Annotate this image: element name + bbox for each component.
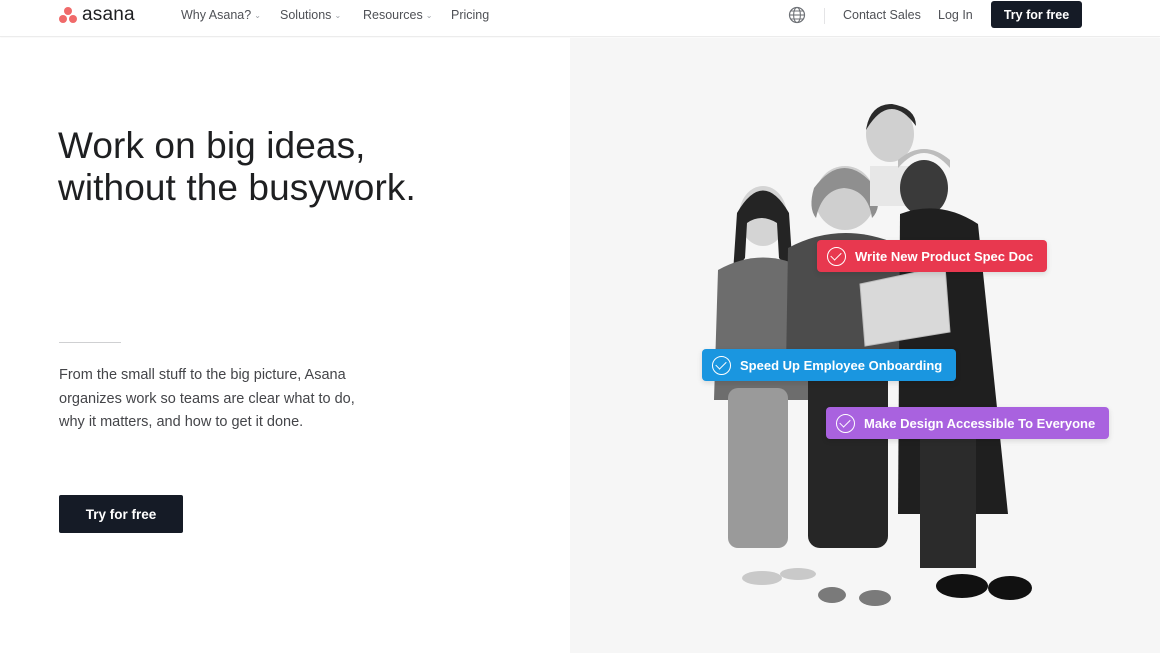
nav-item-pricing[interactable]: Pricing bbox=[451, 8, 489, 22]
nav-item-why-asana[interactable]: Why Asana? ⌄ bbox=[181, 8, 261, 22]
nav-item-label: Solutions bbox=[280, 8, 332, 22]
task-pill-label: Make Design Accessible To Everyone bbox=[864, 415, 1096, 431]
subtext-line: From the small stuff to the big picture,… bbox=[59, 367, 346, 383]
top-nav: asana Why Asana? ⌄ Solutions ⌄ Resources… bbox=[0, 0, 1160, 37]
globe-icon[interactable] bbox=[788, 6, 806, 24]
headline-line: without the busywork. bbox=[58, 167, 416, 208]
hero-subtext: From the small stuff to the big picture,… bbox=[59, 364, 399, 435]
nav-item-label: Why Asana? bbox=[181, 8, 252, 22]
hero-headline: Work on big ideas, without the busywork. bbox=[58, 125, 538, 209]
log-in-link[interactable]: Log In bbox=[938, 8, 973, 22]
nav-try-for-free-button[interactable]: Try for free bbox=[991, 1, 1082, 28]
task-pill-label: Write New Product Spec Doc bbox=[855, 248, 1034, 264]
task-pill-onboarding: Speed Up Employee Onboarding bbox=[702, 349, 957, 381]
task-pill-design: Make Design Accessible To Everyone bbox=[826, 407, 1110, 439]
check-circle-icon bbox=[836, 413, 855, 433]
subtext-line: why it matters, and how to get it done. bbox=[59, 414, 304, 430]
nav-divider bbox=[824, 8, 825, 24]
chevron-down-icon: ⌄ bbox=[425, 10, 433, 20]
task-pill-label: Speed Up Employee Onboarding bbox=[740, 357, 943, 373]
hero-image-panel: Write New Product Spec Doc Speed Up Empl… bbox=[570, 38, 1160, 653]
nav-item-label: Pricing bbox=[451, 8, 490, 22]
check-circle-icon bbox=[712, 355, 731, 375]
headline-line: Work on big ideas, bbox=[58, 125, 366, 166]
check-circle-icon bbox=[827, 246, 846, 266]
asana-logo-icon bbox=[59, 6, 79, 24]
logo-wordmark: asana bbox=[82, 4, 135, 25]
nav-item-solutions[interactable]: Solutions ⌄ bbox=[280, 8, 341, 22]
chevron-down-icon: ⌄ bbox=[254, 10, 261, 20]
asana-logo[interactable]: asana bbox=[59, 4, 135, 25]
contact-sales-link[interactable]: Contact Sales bbox=[843, 8, 921, 22]
task-pill-product-spec: Write New Product Spec Doc bbox=[817, 240, 1048, 272]
team-photo bbox=[714, 104, 1032, 606]
hero-try-for-free-button[interactable]: Try for free bbox=[59, 495, 183, 533]
subtext-line: organizes work so teams are clear what t… bbox=[59, 390, 355, 407]
nav-item-resources[interactable]: Resources ⌄ bbox=[363, 8, 432, 22]
nav-item-label: Resources bbox=[363, 8, 423, 22]
chevron-down-icon: ⌄ bbox=[334, 10, 342, 20]
hero-divider bbox=[59, 342, 121, 343]
